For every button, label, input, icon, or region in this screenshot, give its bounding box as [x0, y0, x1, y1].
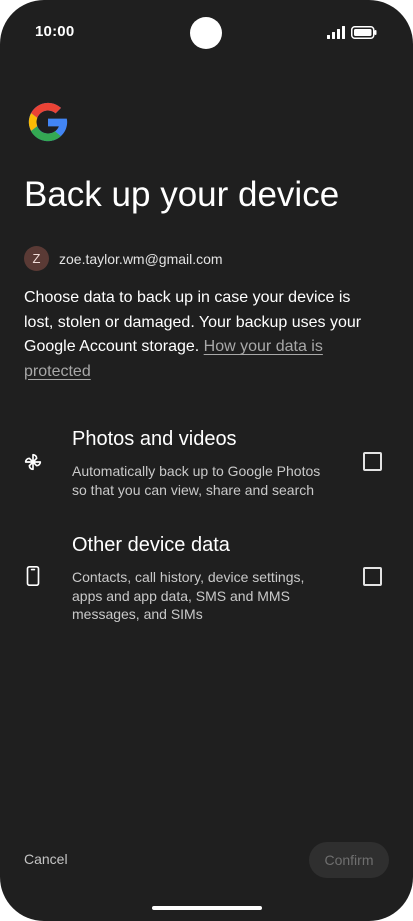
description: Choose data to back up in case your devi… — [24, 286, 376, 384]
option-photos-and-videos[interactable]: Photos and videos Automatically back up … — [0, 428, 413, 508]
camera-cutout — [190, 17, 222, 49]
signal-icon — [327, 26, 345, 39]
device-data-checkbox[interactable] — [363, 567, 382, 586]
phone-icon — [26, 566, 40, 586]
option-description: Automatically back up to Google Photos s… — [72, 463, 321, 498]
google-g-logo — [28, 102, 68, 142]
option-other-device-data[interactable]: Other device data Contacts, call history… — [0, 534, 413, 624]
battery-icon — [351, 26, 377, 39]
status-bar: 10:00 — [0, 0, 413, 64]
cancel-button[interactable]: Cancel — [24, 851, 68, 867]
pinwheel-icon — [24, 453, 42, 471]
account-chip: Z zoe.taylor.wm@gmail.com — [24, 246, 223, 271]
confirm-button[interactable]: Confirm — [309, 842, 389, 878]
phone-screen: 10:00 Back up your device Z zoe.taylor.w… — [0, 0, 413, 921]
home-indicator — [152, 906, 262, 910]
option-title: Photos and videos — [72, 428, 237, 450]
photos-checkbox[interactable] — [363, 452, 382, 471]
option-description: Contacts, call history, device settings,… — [72, 569, 305, 622]
option-title: Other device data — [72, 534, 230, 556]
page-title: Back up your device — [24, 175, 340, 214]
status-time: 10:00 — [35, 23, 75, 40]
account-email: zoe.taylor.wm@gmail.com — [59, 250, 223, 267]
avatar: Z — [24, 246, 49, 271]
